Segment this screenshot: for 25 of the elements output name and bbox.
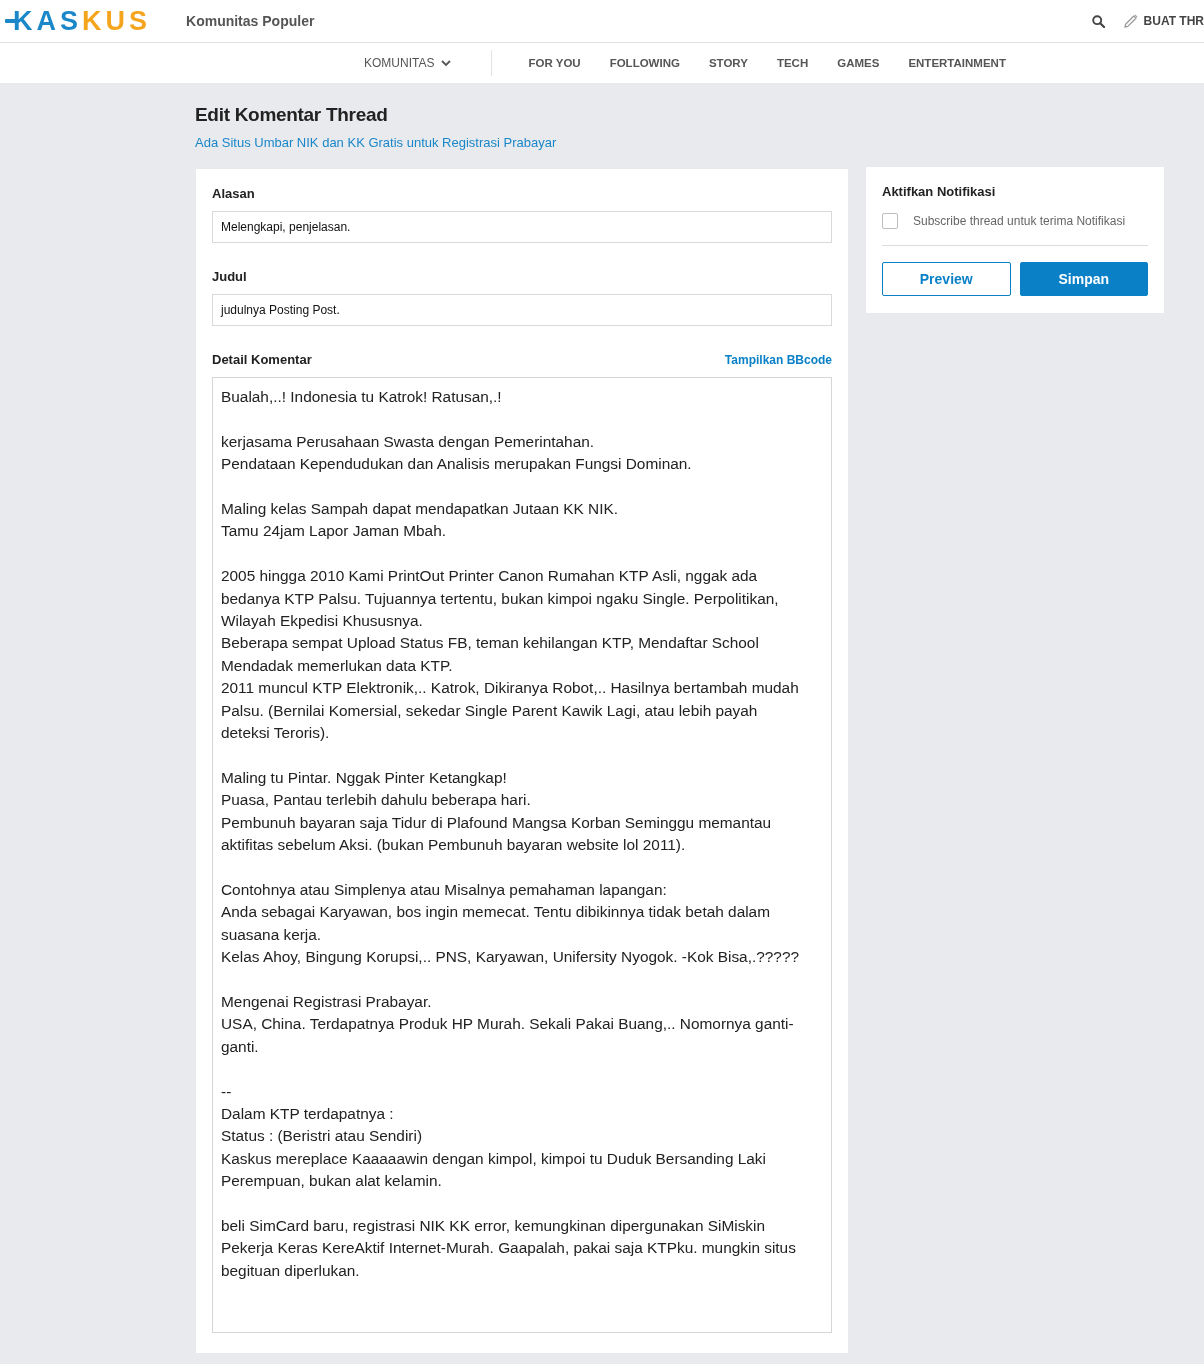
field-label: Judul [212, 268, 247, 286]
subscribe-checkbox[interactable] [882, 213, 898, 229]
nav-tab[interactable]: FOLLOWING [609, 57, 680, 69]
community-dropdown[interactable]: KOMUNITAS [364, 56, 452, 70]
nav-tab[interactable]: TECH [776, 57, 809, 69]
comment-textarea[interactable]: Bualah,..! Indonesia tu Katrok! Ratusan,.! kerjasama Perusahaan Swasta dengan Pemerintahan. Pendataan Kependudukan dan Analisis merupakan Fungsi Dominan. Maling kelas Sampah dapat mendapatkan Jutaan KK NIK. Tamu 24jam Lapor Jaman Mbah. 2005 hingga 2010 Kami PrintOut Printer Canon Rumahan KTP Asli, nggak ada bedanya KTP Palsu. Tujuannya tertentu, bukan kimpoi ngaku Single. Perpolitikan, Wilayah Ekpedisi Khususnya. Beberapa sempat Upload Status FB, teman kehilangan KTP, Mendaftar School Mendadak memerlukan data KTP. 2011 muncul KTP Elektronik,.. Katrok, Dikiranya Robot,.. Hasilnya bertambah mudah Palsu. (Bernilai Komersial, sekedar Single Parent Kawik Lagi, atau lebih payah deteksi Teroris). Maling tu Pintar. Nggak Pinter Ketangkap! Puasa, Pantau terlebih dahulu beberapa hari. Pembunuh bayaran saja Tidur di Plafound Mangsa Korban Seminggu memantau aktifitas sebelum Aksi. (bukan Pembunuh bayaran website lol 2011). Contohnya atau Simplenya atau Misalnya pemahaman lapangan: Anda sebagai Karyawan, bos ingin memecat. Tentu dibikinnya tidak betah dalam suasana kerja. Kelas Ahoy, Bingung Korupsi,.. PNS, Karyawan, Unifersity Nyogok. -Kok Bisa,.????? Mengenai Registrasi Prabayar. USA, China. Terdapatnya Produk HP Murah. Sekali Pakai Buang,.. Nomornya ganti-ganti. -- Dalam KTP terdapatnya : Status : (Beristri atau Sendiri) Kaskus mereplace Kaaaaawin dengan kimpol, kimpoi tu Duduk Bersanding Laki Perempuan, bukan alat kelamin. beli SimCard baru, registrasi NIK KK error, kemungkinan dipergunakan SiMiskin Pekerja Keras KereAktif Internet-Murah. Gaapalah, pakai saja KTPku. mungkin situs begituan diperlukan. [212, 377, 832, 1333]
text-input[interactable]: Melengkapi, penjelasan. [212, 211, 832, 243]
action-button[interactable]: Simpan [1019, 262, 1148, 296]
pencil-icon [1123, 14, 1138, 28]
nav-tab[interactable]: GAMES [837, 57, 880, 69]
nav-tab[interactable]: FOR YOU [528, 57, 581, 69]
nav-tab[interactable]: ENTERTAINMENT [908, 57, 1006, 69]
page-title: Edit Komentar Thread [195, 104, 389, 126]
section-title[interactable]: Komunitas Populer [186, 13, 315, 29]
sidebar-title: Aktifkan Notifikasi [882, 183, 997, 201]
bbcode-link[interactable]: Tampilkan BBcode [724, 353, 832, 367]
action-button[interactable]: Preview [882, 262, 1011, 296]
field-label: Detail Komentar [212, 351, 312, 369]
subscribe-label[interactable]: Subscribe thread untuk terima Notifikasi [913, 213, 1126, 229]
field-label: Alasan [212, 185, 255, 203]
text-input[interactable]: judulnya Posting Post. [212, 294, 832, 326]
create-thread-button[interactable]: BUAT THR [1123, 14, 1204, 28]
nav-tab[interactable]: STORY [708, 57, 748, 69]
search-icon[interactable] [1091, 14, 1105, 28]
chevron-down-icon [441, 59, 452, 67]
